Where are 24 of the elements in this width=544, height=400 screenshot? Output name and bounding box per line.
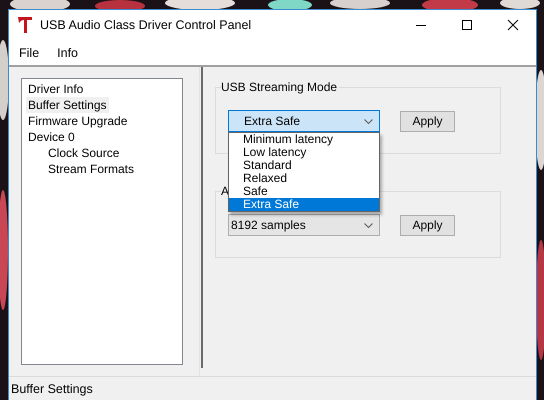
dropdown-option[interactable]: Low latency: [229, 146, 379, 159]
menu-item[interactable]: Info: [55, 46, 80, 60]
dropdown[interactable]: Extra Safe: [228, 110, 380, 132]
dropdown-option[interactable]: Extra Safe: [229, 198, 379, 211]
tree-item[interactable]: Clock Source: [46, 145, 122, 161]
group-label: USB Streaming Mode: [221, 80, 338, 94]
chevron-icon: [364, 222, 373, 228]
menu-item[interactable]: File: [17, 46, 42, 60]
dropdown[interactable]: 8192 samples: [228, 214, 380, 236]
tree-item[interactable]: Driver Info: [26, 81, 86, 97]
dropdown-option[interactable]: Minimum latency: [229, 133, 379, 146]
apply-button[interactable]: Apply: [400, 214, 455, 236]
tree-item[interactable]: Buffer Settings: [26, 97, 108, 113]
window-title: USB Audio Class Driver Control Panel: [40, 18, 252, 32]
app-icon: [18, 17, 32, 33]
status-text: Buffer Settings: [11, 382, 93, 396]
tree-item[interactable]: Firmware Upgrade: [26, 113, 130, 129]
dropdown-option[interactable]: Standard: [229, 159, 379, 172]
tree-item[interactable]: Stream Formats: [46, 161, 136, 177]
apply-button[interactable]: Apply: [400, 110, 455, 132]
chevron-icon: [364, 118, 373, 124]
dropdown-option[interactable]: Relaxed: [229, 172, 379, 185]
dropdown-option[interactable]: Safe: [229, 185, 379, 198]
tree-item[interactable]: Device 0: [26, 129, 77, 145]
